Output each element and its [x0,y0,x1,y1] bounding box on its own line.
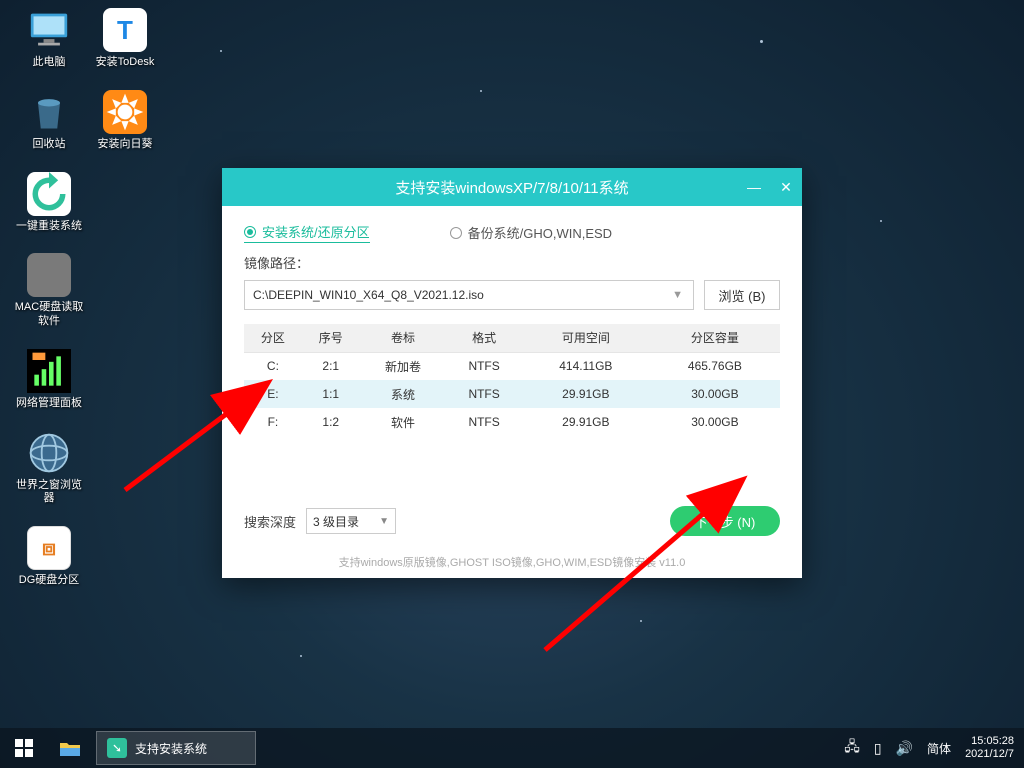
browse-button[interactable]: 浏览 (B) [704,280,780,310]
search-depth-dropdown[interactable]: 3 级目录 ▼ [306,508,396,534]
desktop-icon-label: 回收站 [33,138,66,152]
desktop-icon-label: 一键重装系统 [16,220,82,234]
radio-dot-icon [244,226,256,238]
desktop-icon-worldbrowser[interactable]: 世界之窗浏览器 [14,431,84,507]
reinstall-icon [27,172,71,216]
path-label: 镜像路径： [244,253,780,272]
table-row[interactable]: E:1:1系统NTFS29.91GB30.00GB [244,380,780,408]
close-button[interactable]: ✕ [770,168,802,206]
start-button[interactable] [0,728,48,768]
radio-install-restore[interactable]: 安装系统/还原分区 [244,222,370,243]
image-path-dropdown[interactable]: C:\DEEPIN_WIN10_X64_Q8_V2021.12.iso ▼ [244,280,694,310]
chevron-down-icon: ▼ [672,289,683,301]
volume-icon[interactable]: 🔊 [896,740,913,757]
desktop-icon-label: DG硬盘分区 [19,574,80,588]
pc-icon [27,8,71,52]
neticon-icon [27,349,71,393]
desktop-icon-label: 此电脑 [33,56,66,70]
table-header: 卷标 [360,324,447,352]
installer-window: 支持安装windowsXP/7/8/10/11系统 — ✕ 安装系统/还原分区 … [222,168,802,578]
desktop-icon-label: MAC硬盘读取软件 [14,301,84,329]
radio-dot-icon [450,227,462,239]
app-icon: ➘ [107,738,127,758]
search-depth-label: 搜索深度 [244,512,296,531]
desktop-icon-label: 世界之窗浏览器 [14,479,84,507]
desktop-icon-dgdisk[interactable]: ⧈ DG硬盘分区 [14,526,84,588]
clock[interactable]: 15:05:28 2021/12/7 [965,735,1014,761]
desktop-icon-reinstall[interactable]: 一键重装系统 [14,172,84,234]
file-explorer-taskbar-icon[interactable] [48,728,92,768]
table-header: 分区容量 [650,324,780,352]
table-header: 格式 [446,324,521,352]
table-row[interactable]: C:2:1新加卷NTFS414.11GB465.76GB [244,352,780,380]
system-tray: 🖧 ▯ 🔊 简体 15:05:28 2021/12/7 [844,735,1024,761]
desktop-icon-label: 安装ToDesk [96,56,155,70]
footnote: 支持windows原版镜像,GHOST ISO镜像,GHO,WIM,ESD镜像安… [244,554,780,570]
taskbar: ➘ 支持安装系统 🖧 ▯ 🔊 简体 15:05:28 2021/12/7 [0,728,1024,768]
table-header: 分区 [244,324,302,352]
minimize-button[interactable]: — [738,168,770,206]
windows-logo-icon [15,739,33,757]
desktop-icon-macdisk[interactable]: MAC硬盘读取软件 [14,253,84,329]
desktop-icon-label: 网络管理面板 [16,397,82,411]
desktop-icon-neticon[interactable]: 网络管理面板 [14,349,84,411]
desktop-icon-todesk[interactable]: T 安装ToDesk [90,8,160,70]
battery-icon[interactable]: ▯ [874,740,882,757]
desktop-icon-bin[interactable]: 回收站 [14,90,84,152]
desktop-icon-sunflower[interactable]: 安装向日葵 [90,90,160,152]
ime-indicator[interactable]: 简体 [927,740,951,757]
dgdisk-icon: ⧈ [27,526,71,570]
window-title: 支持安装windowsXP/7/8/10/11系统 [395,177,628,198]
table-header: 序号 [302,324,360,352]
desktop-icon-label: 安装向日葵 [98,138,153,152]
desktop-icon-pc[interactable]: 此电脑 [14,8,84,70]
taskbar-task-installer[interactable]: ➘ 支持安装系统 [96,731,256,765]
table-header: 可用空间 [522,324,650,352]
todesk-icon: T [103,8,147,52]
folder-icon [59,739,81,757]
network-icon[interactable]: 🖧 [844,736,860,760]
table-row[interactable]: F:1:2软件NTFS29.91GB30.00GB [244,408,780,436]
sunflower-icon [103,90,147,134]
macdisk-icon [27,253,71,297]
worldbrowser-icon [27,431,71,475]
titlebar: 支持安装windowsXP/7/8/10/11系统 — ✕ [222,168,802,206]
bin-icon [27,90,71,134]
partition-table: 分区序号卷标格式可用空间分区容量 C:2:1新加卷NTFS414.11GB465… [244,324,780,436]
radio-backup[interactable]: 备份系统/GHO,WIN,ESD [450,222,612,243]
next-button[interactable]: 下一步 (N) [670,506,780,536]
chevron-down-icon: ▼ [379,516,389,527]
